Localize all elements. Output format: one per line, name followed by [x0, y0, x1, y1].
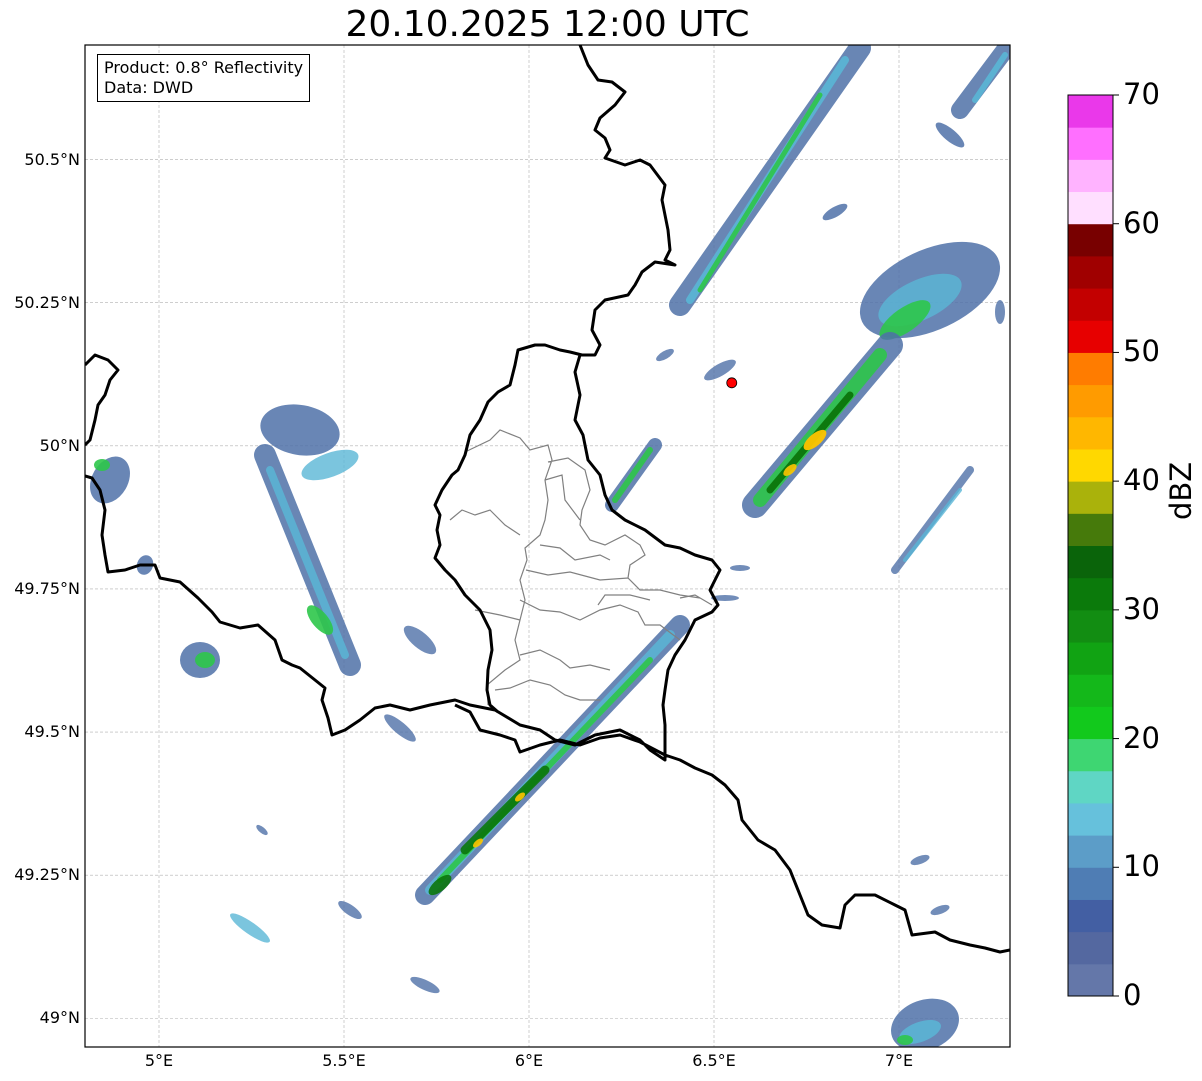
- colorbar-segment: [1068, 738, 1113, 772]
- colorbar-segment: [1068, 513, 1113, 546]
- colorbar-segment: [1068, 448, 1113, 482]
- colorbar-segment: [1068, 255, 1113, 289]
- colorbar-segment: [1068, 159, 1113, 193]
- colorbar-tick-label: 40: [1123, 463, 1160, 498]
- colorbar-tick-label: 30: [1123, 591, 1160, 626]
- colorbar-tick-label: 0: [1123, 978, 1142, 1012]
- colorbar-segment: [1068, 835, 1113, 868]
- colorbar-segment: [1068, 770, 1113, 804]
- colorbar-tick-label: 20: [1123, 720, 1160, 755]
- colorbar-segment: [1068, 223, 1113, 257]
- colorbar-segment: [1068, 706, 1113, 740]
- colorbar-segment: [1068, 899, 1113, 933]
- colorbar-segment: [1068, 545, 1113, 579]
- colorbar-unit: dBZ: [1164, 461, 1198, 520]
- colorbar-segment: [1068, 609, 1113, 643]
- colorbar-segment: [1068, 867, 1113, 900]
- colorbar-segment: [1068, 191, 1113, 225]
- colorbar-segment: [1068, 288, 1113, 321]
- colorbar-segment: [1068, 384, 1113, 418]
- colorbar-tick-label: 50: [1123, 334, 1160, 369]
- colorbar: [1067, 94, 1119, 997]
- colorbar-segment: [1068, 802, 1113, 836]
- colorbar-segment: [1068, 674, 1113, 707]
- colorbar-tick-label: 70: [1123, 77, 1160, 111]
- colorbar-segment: [1068, 963, 1113, 997]
- colorbar-segment: [1068, 416, 1113, 450]
- colorbar-segment: [1068, 352, 1113, 386]
- colorbar-segment: [1068, 320, 1113, 353]
- colorbar-segment: [1068, 127, 1113, 160]
- colorbar-segment: [1068, 481, 1113, 514]
- colorbar-segment: [1068, 95, 1113, 128]
- colorbar-tick-label: 60: [1123, 205, 1160, 240]
- colorbar-segment: [1068, 642, 1113, 675]
- colorbar-segment: [1068, 577, 1113, 611]
- colorbar-segment: [1068, 931, 1113, 965]
- colorbar-tick-label: 10: [1123, 849, 1160, 884]
